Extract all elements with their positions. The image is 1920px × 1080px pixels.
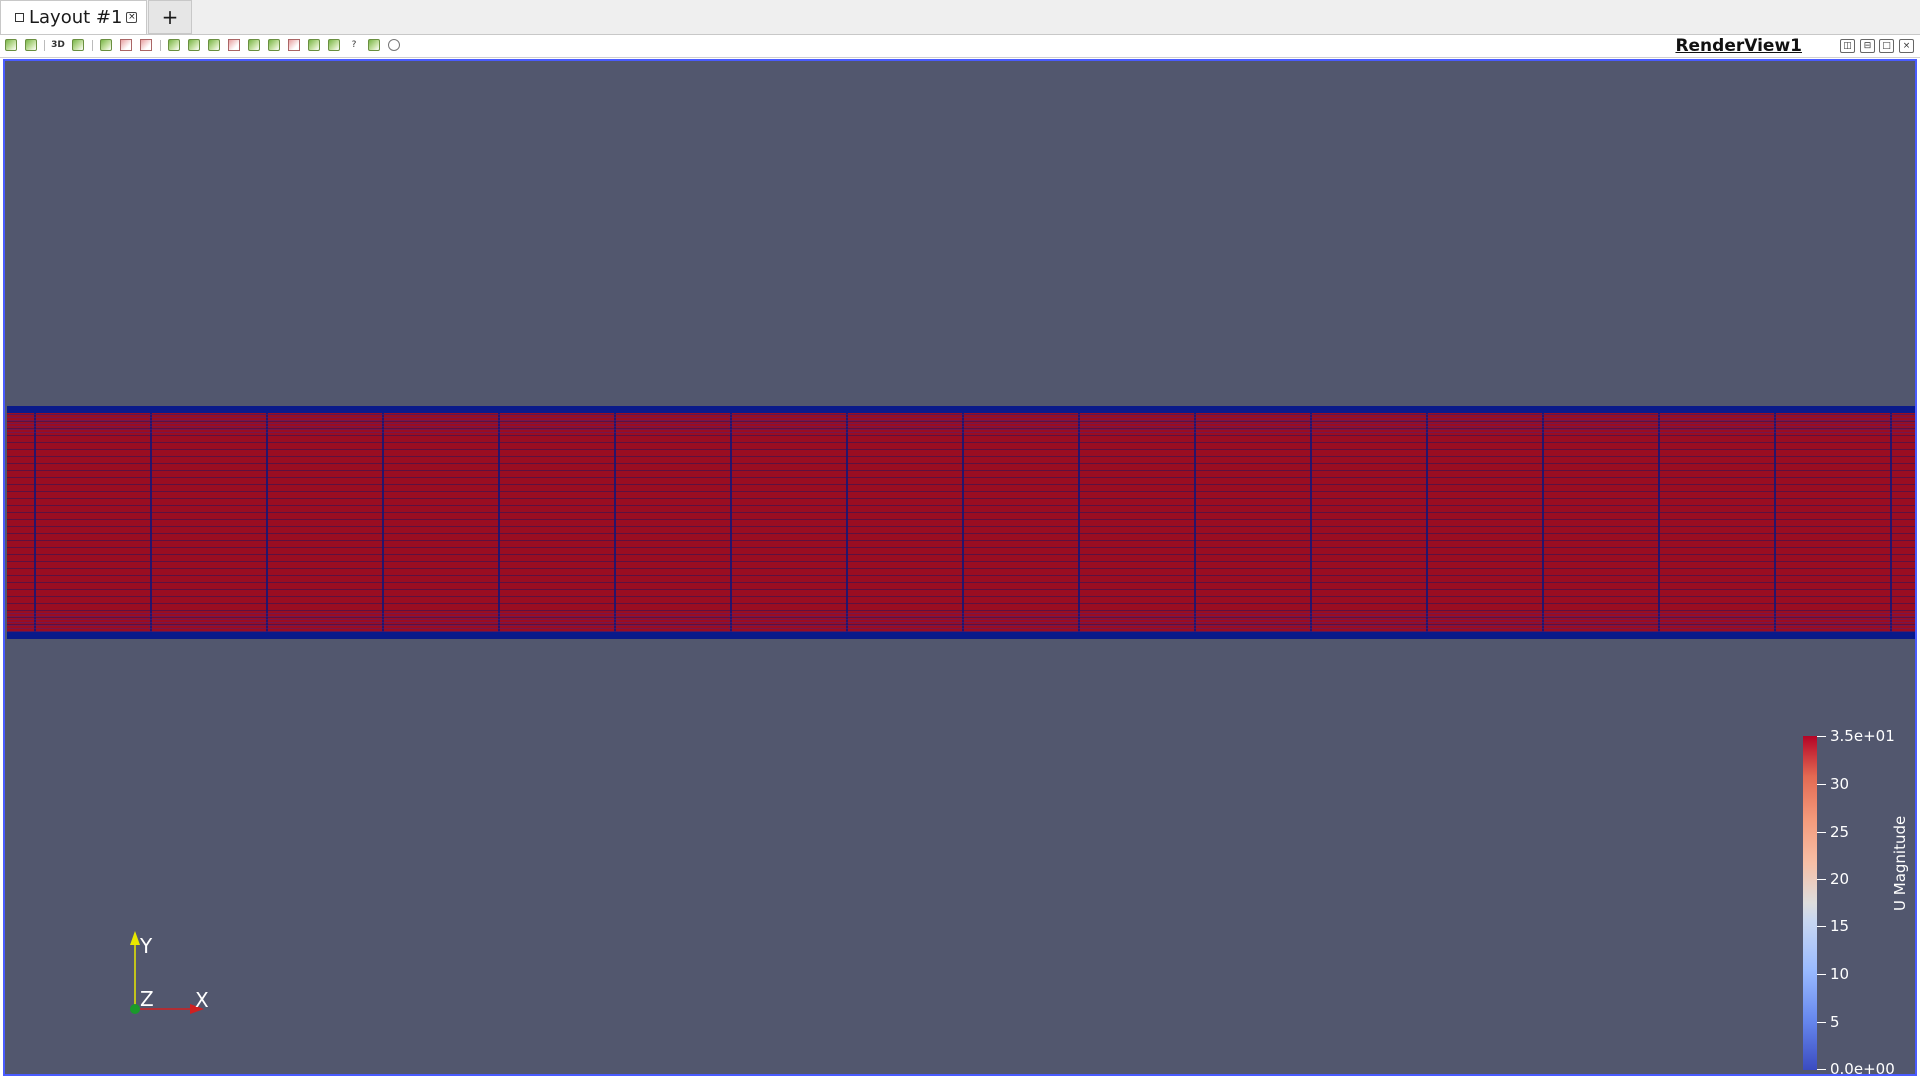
layout-tab-bar: Layout #1 × +	[0, 0, 1920, 35]
legend-tick-label: 15	[1830, 917, 1850, 935]
maximize-view-icon[interactable]: □	[1879, 39, 1894, 53]
edit-icon[interactable]	[308, 39, 320, 51]
x-axis-label: X	[195, 988, 209, 1012]
legend-tick-label: 5	[1830, 1013, 1840, 1031]
y-axis-label: Y	[140, 934, 153, 958]
select-cells-icon[interactable]	[100, 39, 112, 51]
legend-tick-label: 25	[1830, 823, 1850, 841]
color-legend-title: U Magnitude	[1891, 815, 1909, 911]
layout-square-icon	[15, 13, 24, 22]
grow-selection-icon[interactable]	[248, 39, 260, 51]
tab-layout-1[interactable]: Layout #1 ×	[0, 0, 147, 34]
orientation-axes: Y Z X	[120, 921, 230, 1021]
mesh-surface	[7, 413, 1915, 632]
query-icon[interactable]: ?	[348, 39, 360, 51]
interactive-select-points-icon[interactable]	[188, 39, 200, 51]
camera-undo-icon[interactable]	[72, 39, 84, 51]
clear-selection-icon[interactable]	[288, 39, 300, 51]
shrink-selection-icon[interactable]	[268, 39, 280, 51]
settings-circle-icon[interactable]	[388, 39, 400, 51]
hover-cells-icon[interactable]	[228, 39, 240, 51]
add-layout-tab-button[interactable]: +	[148, 0, 192, 34]
ruler-icon[interactable]	[328, 39, 340, 51]
close-tab-icon[interactable]: ×	[126, 12, 138, 23]
tab-layout-1-label: Layout #1	[29, 7, 123, 28]
orientation-axes-icon	[130, 931, 204, 1014]
zoom-to-data-icon[interactable]	[25, 39, 37, 51]
split-horizontal-icon[interactable]: ◫	[1840, 39, 1855, 53]
reset-camera-icon[interactable]	[5, 39, 17, 51]
color-legend-bar	[1803, 736, 1817, 1070]
split-vertical-icon[interactable]: ⊟	[1860, 39, 1875, 53]
z-axis-label: Z	[140, 987, 154, 1011]
render-view-canvas[interactable]: Y Z X 3.5e+01 30 25 20 15 10 5 0.0e+00 U…	[3, 59, 1917, 1076]
legend-tick-label: 30	[1830, 775, 1850, 793]
select-points-icon[interactable]	[120, 39, 132, 51]
close-view-icon[interactable]: ×	[1899, 39, 1914, 53]
find-data-icon[interactable]	[368, 39, 380, 51]
hover-points-icon[interactable]	[208, 39, 220, 51]
color-legend[interactable]: 3.5e+01 30 25 20 15 10 5 0.0e+00 U Magni…	[1795, 726, 1915, 1076]
view-toolbar: 3D ? RenderView1 ◫ ⊟ □ ×	[0, 35, 1920, 58]
legend-tick-label: 3.5e+01	[1830, 727, 1895, 745]
legend-tick-label: 0.0e+00	[1830, 1060, 1895, 1076]
3d-toggle-button[interactable]: 3D	[50, 39, 66, 51]
legend-tick-label: 10	[1830, 965, 1850, 983]
legend-tick-label: 20	[1830, 870, 1850, 888]
interactive-select-cells-icon[interactable]	[168, 39, 180, 51]
select-blocks-icon[interactable]	[140, 39, 152, 51]
render-view-title[interactable]: RenderView1	[1675, 35, 1802, 57]
mesh-domain	[7, 406, 1915, 639]
